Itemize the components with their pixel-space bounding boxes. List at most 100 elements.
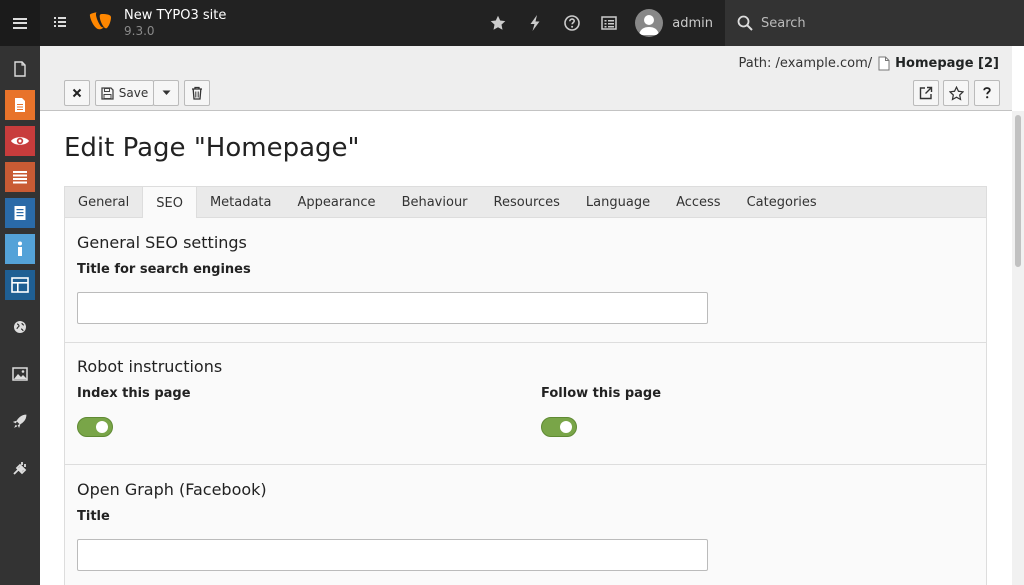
module-web-list[interactable] bbox=[0, 159, 40, 195]
tab-metadata[interactable]: Metadata bbox=[197, 187, 285, 218]
delete-button[interactable] bbox=[184, 80, 210, 106]
module-page[interactable] bbox=[0, 51, 40, 87]
main-content: Edit Page "Homepage" General SEO Metadat… bbox=[40, 111, 1012, 585]
tab-label: Metadata bbox=[209, 195, 272, 210]
breadcrumb: Path: /example.com/ Homepage [2] bbox=[738, 56, 999, 71]
module-file[interactable] bbox=[0, 350, 40, 397]
help-button[interactable] bbox=[553, 0, 590, 46]
tab-label: Behaviour bbox=[401, 195, 468, 210]
site-info: New TYPO3 site 9.3.0 bbox=[124, 0, 226, 46]
system-information-icon bbox=[601, 16, 617, 30]
filelist-icon bbox=[5, 359, 35, 389]
field-label: Title bbox=[77, 509, 110, 524]
help-icon bbox=[563, 15, 580, 31]
section-general-seo: General SEO settings Title for search en… bbox=[65, 218, 986, 343]
module-web-form[interactable] bbox=[0, 195, 40, 231]
close-icon bbox=[72, 88, 82, 98]
tab-language[interactable]: Language bbox=[573, 187, 663, 218]
star-outline-icon bbox=[948, 85, 964, 101]
field-label: Follow this page bbox=[541, 386, 662, 401]
tab-appearance[interactable]: Appearance bbox=[285, 187, 389, 218]
form-module-icon bbox=[5, 198, 35, 228]
tab-resources[interactable]: Resources bbox=[481, 187, 573, 218]
bookmarks-button[interactable] bbox=[479, 0, 516, 46]
pagetree-toggle-icon bbox=[54, 17, 66, 27]
index-page-toggle[interactable] bbox=[77, 417, 113, 437]
doc-header: Path: /example.com/ Homepage [2] Save bbox=[40, 46, 1012, 111]
section-heading: General SEO settings bbox=[77, 233, 247, 252]
menu-toggle-button[interactable] bbox=[0, 0, 40, 46]
tab-label: SEO bbox=[156, 195, 183, 211]
toolbar-right: admin Search bbox=[479, 0, 1024, 46]
field-label: Title for search engines bbox=[77, 262, 251, 277]
section-open-graph: Open Graph (Facebook) Title bbox=[65, 465, 986, 585]
module-web-page[interactable] bbox=[0, 87, 40, 123]
view-module-icon bbox=[5, 126, 35, 156]
module-web-template[interactable] bbox=[0, 267, 40, 303]
module-admin-tools[interactable] bbox=[0, 444, 40, 491]
scrollbar-thumb[interactable] bbox=[1015, 115, 1021, 267]
flash-cache-icon bbox=[530, 15, 540, 31]
info-module-icon bbox=[5, 234, 35, 264]
module-extensions[interactable] bbox=[0, 397, 40, 444]
path-label: Path: /example.com/ bbox=[738, 56, 873, 71]
close-button[interactable] bbox=[64, 80, 90, 106]
tab-label: Appearance bbox=[297, 195, 376, 210]
typo3-logo[interactable] bbox=[80, 0, 120, 46]
section-robot-instructions: Robot instructions Index this page Follo… bbox=[65, 343, 986, 465]
og-title-input[interactable] bbox=[77, 539, 708, 571]
tab-general[interactable]: General bbox=[65, 187, 142, 218]
current-page-title: Homepage [2] bbox=[895, 56, 999, 71]
toggle-knob bbox=[96, 421, 108, 433]
page-module-icon bbox=[5, 90, 35, 120]
bookmark-button[interactable] bbox=[943, 80, 969, 106]
tab-behaviour[interactable]: Behaviour bbox=[389, 187, 481, 218]
tab-seo[interactable]: SEO bbox=[142, 187, 197, 219]
scrollbar[interactable] bbox=[1012, 111, 1024, 585]
module-web-info[interactable] bbox=[0, 231, 40, 267]
module-web-view[interactable] bbox=[0, 123, 40, 159]
system-information-button[interactable] bbox=[590, 0, 627, 46]
tab-label: General bbox=[78, 195, 130, 210]
seo-title-input[interactable] bbox=[77, 292, 708, 324]
menu-icon bbox=[13, 17, 27, 29]
page-icon bbox=[878, 56, 890, 71]
tab-categories[interactable]: Categories bbox=[734, 187, 830, 218]
tab-access[interactable]: Access bbox=[663, 187, 734, 218]
field-label: Index this page bbox=[77, 386, 191, 401]
follow-page-toggle[interactable] bbox=[541, 417, 577, 437]
template-module-icon bbox=[5, 270, 35, 300]
help-button-docheader[interactable] bbox=[974, 80, 1000, 106]
trash-icon bbox=[192, 86, 202, 100]
clear-cache-button[interactable] bbox=[516, 0, 553, 46]
external-link-icon bbox=[919, 86, 933, 100]
top-toolbar: New TYPO3 site 9.3.0 admin Search bbox=[0, 0, 1024, 46]
admin-tools-plug-icon bbox=[5, 453, 35, 483]
question-icon bbox=[983, 87, 991, 99]
view-page-button[interactable] bbox=[913, 80, 939, 106]
toggle-knob bbox=[560, 421, 572, 433]
section-heading: Robot instructions bbox=[77, 357, 223, 376]
search-field[interactable]: Search bbox=[725, 0, 1024, 46]
tab-label: Language bbox=[585, 195, 651, 210]
sites-icon bbox=[5, 312, 35, 342]
tab-bar: General SEO Metadata Appearance Behaviou… bbox=[64, 186, 987, 219]
section-heading: Open Graph (Facebook) bbox=[77, 480, 267, 499]
site-version: 9.3.0 bbox=[124, 23, 155, 38]
page-title: Edit Page "Homepage" bbox=[64, 133, 360, 163]
list-module-icon bbox=[5, 162, 35, 192]
search-icon bbox=[737, 15, 753, 31]
tab-label: Categories bbox=[746, 195, 817, 210]
save-label: Save bbox=[118, 86, 149, 100]
module-site[interactable] bbox=[0, 303, 40, 350]
pagetree-toggle-button[interactable] bbox=[40, 0, 80, 46]
save-options-dropdown[interactable] bbox=[153, 80, 179, 106]
extensions-rocket-icon bbox=[5, 406, 35, 436]
search-placeholder: Search bbox=[761, 15, 806, 31]
user-avatar-icon bbox=[635, 9, 664, 37]
tab-label: Resources bbox=[493, 195, 560, 210]
module-menu bbox=[0, 46, 40, 585]
page-icon bbox=[5, 54, 35, 84]
save-button[interactable]: Save bbox=[95, 80, 154, 106]
user-menu[interactable]: admin bbox=[627, 0, 725, 46]
